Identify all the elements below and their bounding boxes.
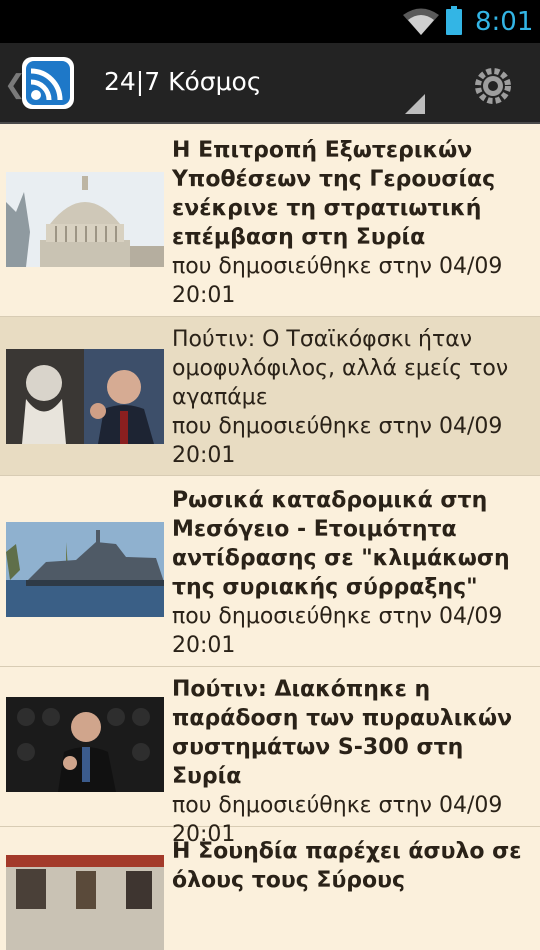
list-item[interactable]: Πούτιν: Διακόπηκε η παράδοση των πυραυλι… — [0, 667, 540, 847]
list-item[interactable]: Η Επιτροπή Εξωτερικών Υποθέσεων της Γερο… — [0, 124, 540, 317]
battery-icon — [446, 6, 462, 35]
refugees-image — [6, 855, 164, 950]
headline: Ρωσικά καταδρομικά στη Μεσόγειο - Ετοιμό… — [172, 488, 510, 600]
rss-app-icon[interactable] — [20, 55, 76, 111]
section-title[interactable]: 24|7 Κόσμος — [104, 67, 262, 96]
wifi-icon — [403, 8, 439, 35]
list-item[interactable]: Ρωσικά καταδρομικά στη Μεσόγειο - Ετοιμό… — [0, 476, 540, 667]
headline: Πούτιν: Ο Τσαϊκόφσκι ήταν ομοφυλόφιλος, … — [172, 327, 509, 410]
tchaikovsky-putin-image — [6, 349, 164, 444]
published-date: που δημοσιεύθηκε στην 04/09 20:01 — [172, 604, 503, 658]
list-item[interactable]: Η Σουηδία παρέχει άσυλο σε όλους τους Σύ… — [0, 827, 540, 950]
capitol-building-image — [6, 172, 164, 267]
status-bar: 8:01 — [0, 0, 540, 43]
published-date: που δημοσιεύθηκε στην 04/09 20:01 — [172, 414, 503, 468]
list-item[interactable]: Πούτιν: Ο Τσαϊκόφσκι ήταν ομοφυλόφιλος, … — [0, 317, 540, 476]
published-date: που δημοσιεύθηκε στην 04/09 20:01 — [172, 254, 503, 308]
spinner-arrow-icon[interactable] — [405, 94, 425, 114]
settings-icon[interactable] — [474, 67, 512, 105]
putin-speech-image — [6, 697, 164, 792]
headline: Η Σουηδία παρέχει άσυλο σε όλους τους Σύ… — [172, 839, 522, 893]
action-bar: ❮ 24|7 Κόσμος — [0, 43, 540, 124]
headline: Η Επιτροπή Εξωτερικών Υποθέσεων της Γερο… — [172, 138, 496, 250]
status-clock: 8:01 — [475, 7, 534, 37]
headline: Πούτιν: Διακόπηκε η παράδοση των πυραυλι… — [172, 677, 513, 789]
news-feed-list: Η Επιτροπή Εξωτερικών Υποθέσεων της Γερο… — [0, 124, 540, 950]
warship-image — [6, 522, 164, 617]
